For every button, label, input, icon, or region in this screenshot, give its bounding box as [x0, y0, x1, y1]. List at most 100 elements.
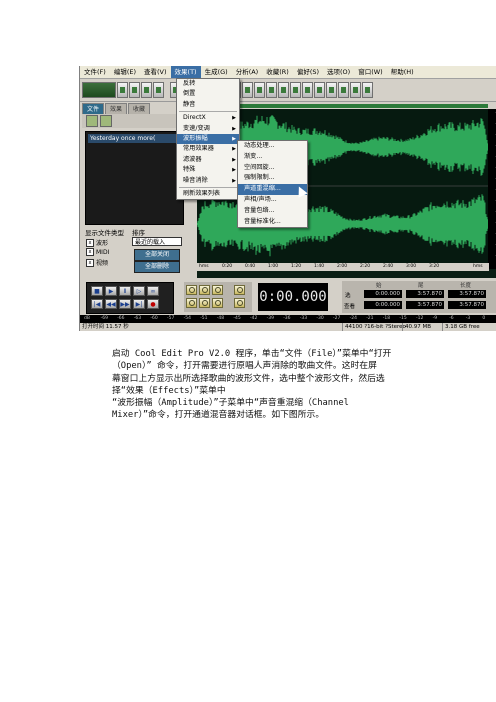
- rewind-button[interactable]: ◀◀: [105, 299, 117, 309]
- menu-help[interactable]: 帮助(H): [387, 66, 418, 78]
- help-icon[interactable]: [362, 82, 373, 98]
- submenu-item-hard-limit[interactable]: 强制限制...: [238, 173, 307, 184]
- waveform-view-icon[interactable]: [254, 82, 265, 98]
- selection-start-field[interactable]: 0:00.000: [364, 290, 402, 298]
- tab-files[interactable]: 文件: [82, 103, 105, 114]
- zoom-left-icon[interactable]: [186, 298, 197, 308]
- close-file-icon[interactable]: [100, 115, 112, 127]
- menu-file[interactable]: 文件(F): [80, 66, 110, 78]
- cd-view-icon[interactable]: [338, 82, 349, 98]
- time-tick: 0:40: [245, 264, 256, 269]
- menu-item-special[interactable]: 特殊 ▶: [177, 165, 239, 175]
- redo-icon[interactable]: [242, 82, 253, 98]
- file-list-item[interactable]: Yesterday once more(: [88, 134, 181, 143]
- selection-panel: 始 尾 长度 选 0:00.000 3:57.870 3:57.870 查看 0…: [342, 281, 496, 313]
- spectral-view-icon[interactable]: [266, 82, 277, 98]
- menu-analyze[interactable]: 分析(A): [232, 66, 263, 78]
- menu-favorites[interactable]: 收藏(R): [262, 66, 293, 78]
- open-icon[interactable]: [117, 82, 128, 98]
- zoom-selection-icon[interactable]: [212, 298, 223, 308]
- menu-edit[interactable]: 编辑(E): [110, 66, 140, 78]
- zoom-in-icon[interactable]: [186, 285, 197, 295]
- type-wave-row[interactable]: x 波形: [86, 238, 108, 247]
- submenu-item-envelope[interactable]: 渐变...: [238, 152, 307, 163]
- time-tick: 3:20: [429, 264, 440, 269]
- settings-icon[interactable]: [350, 82, 361, 98]
- amplitude-scale: --------------: [488, 109, 496, 269]
- play-to-end-button[interactable]: ▷: [133, 286, 145, 296]
- loop-play-button[interactable]: ∞: [147, 286, 159, 296]
- submenu-item-pan-expand[interactable]: 声相/声场...: [238, 195, 307, 206]
- record-button[interactable]: ●: [147, 299, 159, 309]
- submenu-item-normalize[interactable]: 音量标准化...: [238, 217, 307, 228]
- level-tick: -9: [432, 316, 438, 321]
- submenu-item-3d-echo[interactable]: 空间回旋...: [238, 163, 307, 174]
- zoom-right-icon[interactable]: [199, 298, 210, 308]
- view-length-field[interactable]: 3:57.870: [448, 301, 486, 309]
- save-icon[interactable]: [129, 82, 140, 98]
- zoom-out-icon[interactable]: [199, 285, 210, 295]
- checkbox-checked-icon[interactable]: x: [86, 258, 94, 267]
- menu-window[interactable]: 窗口(W): [354, 66, 387, 78]
- menu-view[interactable]: 查看(V): [140, 66, 171, 78]
- zoom-vertical-out-icon[interactable]: [234, 298, 245, 308]
- menu-options[interactable]: 选项(O): [323, 66, 354, 78]
- close-file-icon[interactable]: [141, 82, 152, 98]
- delete-all-button[interactable]: 全部删除: [134, 261, 180, 273]
- tab-effects[interactable]: 效果: [105, 103, 128, 114]
- edit-view-icon[interactable]: [314, 82, 325, 98]
- menu-item-reverse[interactable]: 倒置: [177, 89, 239, 99]
- menu-generate[interactable]: 生成(G): [201, 66, 232, 78]
- checkbox-checked-icon[interactable]: x: [86, 248, 94, 256]
- submenu-arrow-icon: ▶: [232, 135, 236, 142]
- level-tick: -51: [200, 316, 208, 321]
- time-ruler: hms 0:20 0:40 1:00 1:20 1:40 2:00 2:20 2…: [197, 263, 489, 271]
- menu-item-filters[interactable]: 滤波器 ▶: [177, 155, 239, 165]
- pause-button[interactable]: Ⅱ: [119, 286, 131, 296]
- menu-item-silence[interactable]: 静音: [177, 100, 239, 110]
- tab-favorites[interactable]: 收藏: [128, 103, 151, 114]
- menu-separator: [179, 186, 237, 188]
- menu-item-invert[interactable]: 反转: [177, 79, 239, 89]
- menu-item-amplitude[interactable]: 波形振幅 ▶: [177, 133, 239, 145]
- marker-icon[interactable]: [302, 82, 313, 98]
- close-all-button[interactable]: 全部关闭: [134, 249, 180, 261]
- menu-effects[interactable]: 效果(T): [170, 66, 201, 78]
- menu-item-noise-reduction[interactable]: 噪音消除 ▶: [177, 176, 239, 186]
- zoom-full-icon[interactable]: [212, 285, 223, 295]
- status-size: 40.97 MB: [402, 323, 431, 331]
- view-start-field[interactable]: 0:00.000: [364, 301, 402, 309]
- record-icon[interactable]: [153, 82, 164, 98]
- go-to-end-button[interactable]: ▶|: [133, 299, 145, 309]
- loop-icon[interactable]: [278, 82, 289, 98]
- multitrack-view-icon[interactable]: [326, 82, 337, 98]
- selection-length-field[interactable]: 3:57.870: [448, 290, 486, 298]
- type-midi-row[interactable]: x MIDI: [86, 248, 109, 256]
- checkbox-checked-icon[interactable]: x: [86, 238, 94, 247]
- submenu-item-dynamics[interactable]: 动态处理...: [238, 141, 307, 152]
- view-end-field[interactable]: 3:57.870: [406, 301, 444, 309]
- open-file-icon[interactable]: [86, 115, 98, 127]
- level-tick: -42: [250, 316, 258, 321]
- menu-item-directx[interactable]: DirectX ▶: [177, 113, 239, 123]
- menu-preferences[interactable]: 偏好(S): [293, 66, 323, 78]
- fast-forward-button[interactable]: ▶▶: [119, 299, 131, 309]
- snap-icon[interactable]: [290, 82, 301, 98]
- status-open-time: 打开时间 11.57 秒: [82, 324, 129, 330]
- toolbar: [80, 79, 496, 102]
- play-button[interactable]: ▶: [105, 286, 117, 296]
- menu-item-time-pitch[interactable]: 变速/变调 ▶: [177, 124, 239, 134]
- file-list[interactable]: Yesterday once more(: [85, 131, 184, 225]
- zoom-vertical-in-icon[interactable]: [234, 285, 245, 295]
- time-tick: hms: [473, 264, 483, 269]
- sort-select[interactable]: 最近的载入: [132, 237, 182, 246]
- submenu-item-volume-envelope[interactable]: 音量包络...: [238, 206, 307, 217]
- selection-end-field[interactable]: 3:57.870: [406, 290, 444, 298]
- menu-item-common-effects[interactable]: 常用效果器 ▶: [177, 144, 239, 154]
- show-file-type-label: 显示文件类型: [85, 229, 124, 237]
- menu-item-refresh-effects[interactable]: 刷新效果列表: [177, 189, 239, 199]
- stop-button[interactable]: ■: [91, 286, 103, 296]
- level-tick: -66: [117, 316, 125, 321]
- type-video-row[interactable]: x 视频: [86, 258, 108, 267]
- go-to-start-button[interactable]: |◀: [91, 299, 103, 309]
